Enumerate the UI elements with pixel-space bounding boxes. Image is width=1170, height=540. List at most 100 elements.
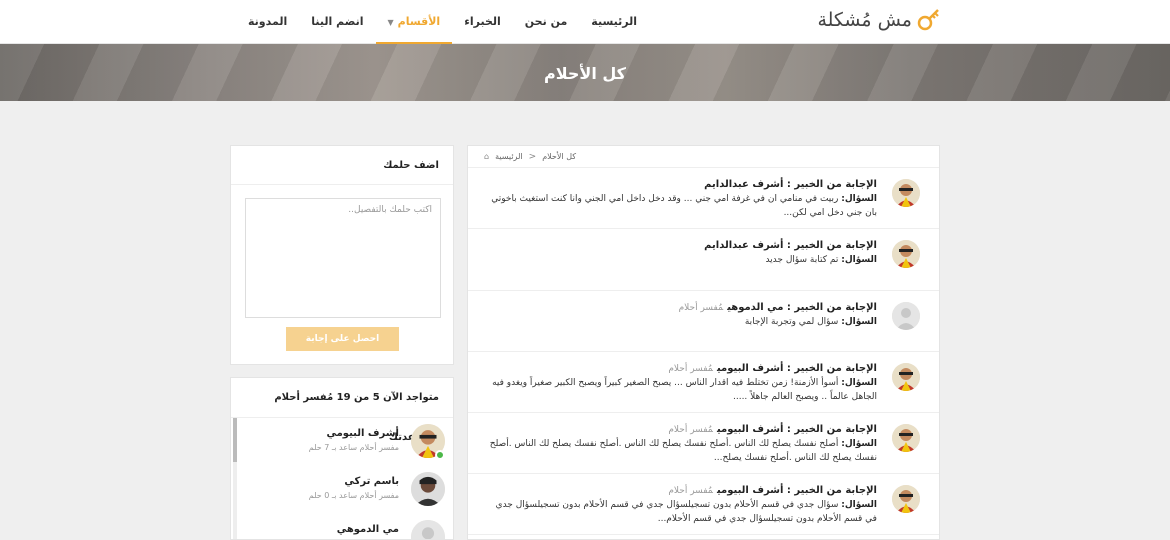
question-label: السؤال: [841, 439, 877, 449]
nav-experts[interactable]: الخبراء [452, 0, 513, 44]
breadcrumb-separator: < [528, 151, 537, 162]
expert-item[interactable]: باسم تركي مفسر أحلام ساعد بـ 0 حلم [245, 466, 445, 510]
page-banner: كل الأحلام [0, 44, 1170, 101]
question-body: أصلح نفسك يصلح لك الناس .أصلح نفسك يصلح … [489, 439, 877, 463]
avatar[interactable] [892, 302, 920, 330]
question-head[interactable]: الإجابة من الخبير : أشرف عبدالدايم [484, 178, 877, 192]
expert-photo-icon [892, 485, 920, 513]
chevron-down-icon: ▼ [387, 18, 394, 27]
question-head[interactable]: الإجابة من الخبير : أشرف البيومي مُفسر أح… [484, 362, 877, 376]
question-item[interactable]: الإجابة من الخبير : مي الدموهيمُفسر أحلا… [468, 291, 939, 352]
question-text[interactable]: السؤال: أصلح نفسك يصلح لك الناس .أصلح نف… [484, 437, 877, 465]
expert-photo-icon [892, 240, 920, 268]
home-icon: ⌂ [484, 152, 490, 161]
add-dream-title: اضف حلمك [231, 146, 453, 185]
question-body: سؤال جدي في قسم الأحلام بدون تسجيلسؤال ج… [495, 500, 877, 524]
expert-category: مُفسر أحلام [678, 303, 724, 313]
expert-name[interactable]: أشرف عبدالدايم [704, 179, 783, 190]
main-nav: الرئيسية من نحن الخبراء الأقسام▼ انضم ال… [236, 0, 649, 44]
question-head[interactable]: الإجابة من الخبير : أشرف البيومي مُفسر أح… [484, 423, 877, 437]
question-item[interactable]: الإجابة من الخبير : أشرف عبدالدايم السؤال… [468, 168, 939, 229]
nav-sections[interactable]: الأقسام▼ [375, 0, 453, 44]
question-body: سؤال لمي وتجربة الإجابة [744, 317, 839, 327]
expert-name[interactable]: أشرف عبدالدايم [704, 240, 783, 251]
online-experts-panel: متواجد الآن 5 من 19 مُفسر أحلام لمساعدتك… [230, 377, 454, 540]
expert-item[interactable]: مي الدموهي [245, 514, 445, 539]
scrollbar[interactable] [233, 418, 237, 539]
question-body: ربيت في منامي ان في غرفة امي جني ... وقد… [491, 194, 877, 218]
expert-meta: مفسر أحلام ساعد بـ 0 حلم [308, 491, 399, 500]
experts-list: أشرف البيومي مفسر أحلام ساعد بـ 7 حلم باسم… [231, 418, 453, 539]
question-head[interactable]: الإجابة من الخبير : مي الدموهيمُفسر أحلا… [484, 301, 877, 315]
question-label: السؤال: [841, 500, 877, 510]
dreams-list: ⌂ الرئيسية < كل الأحلام الإجابة من الخبي… [467, 145, 940, 540]
question-text[interactable]: السؤال: سؤال لمي وتجربة الإجابة [484, 315, 877, 329]
expert-prefix: الإجابة من الخبير : [786, 302, 877, 313]
question-item[interactable]: الإجابة من الخبير : أشرف عبدالدايم السؤال… [468, 229, 939, 291]
dream-input[interactable] [245, 198, 441, 318]
key-icon [917, 9, 939, 31]
question-text[interactable]: السؤال: أسوأ الأزمنة! زمن تختلط فيه اقدا… [484, 376, 877, 404]
question-label: السؤال: [841, 255, 877, 265]
expert-photo-icon [892, 179, 920, 207]
default-avatar-icon [411, 520, 445, 539]
question-body: أسوأ الأزمنة! زمن تختلط فيه اقدار الناس … [492, 378, 877, 402]
question-item[interactable]: الإجابة من الخبير : أشرف البيومي مُفسر أح… [468, 413, 939, 474]
scrollbar-thumb[interactable] [233, 418, 237, 462]
question-item[interactable]: الإجابة من الخبير : أشرف البيومي مُفسر أح… [468, 474, 939, 535]
nav-blog[interactable]: المدونة [236, 0, 299, 44]
avatar[interactable] [892, 485, 920, 513]
question-text[interactable]: السؤال: سؤال جدي في قسم الأحلام بدون تسج… [484, 498, 877, 526]
breadcrumb: ⌂ الرئيسية < كل الأحلام [468, 146, 939, 168]
expert-prefix: الإجابة من الخبير : [786, 363, 877, 374]
question-label: السؤال: [841, 194, 877, 204]
expert-category: مُفسر أحلام [668, 364, 713, 374]
avatar[interactable] [411, 472, 445, 506]
expert-photo-icon [892, 363, 920, 391]
expert-name[interactable]: أشرف البيومي [717, 363, 783, 374]
expert-prefix: الإجابة من الخبير : [786, 485, 877, 496]
expert-meta: مفسر أحلام ساعد بـ 7 حلم [308, 443, 399, 452]
avatar[interactable] [892, 179, 920, 207]
question-body: تم كتابة سؤال جديد [765, 255, 839, 265]
expert-prefix: الإجابة من الخبير : [786, 179, 877, 190]
avatar[interactable] [892, 424, 920, 452]
expert-name[interactable]: مي الدموهي [727, 302, 783, 313]
expert-prefix: الإجابة من الخبير : [786, 240, 877, 251]
expert-item[interactable]: أشرف البيومي مفسر أحلام ساعد بـ 7 حلم [245, 418, 445, 462]
nav-sections-label: الأقسام [397, 15, 441, 28]
expert-category: مُفسر أحلام [668, 425, 713, 435]
expert-name[interactable]: أشرف البيومي [326, 428, 399, 439]
get-answer-button[interactable]: احصل على إجابة [286, 327, 399, 351]
site-logo[interactable]: مش مُشكلة [817, 4, 942, 36]
avatar[interactable] [892, 363, 920, 391]
nav-home[interactable]: الرئيسية [579, 0, 649, 44]
default-avatar-icon [892, 302, 920, 330]
question-label: السؤال: [841, 378, 877, 388]
expert-category: مُفسر أحلام [668, 486, 713, 496]
expert-photo-icon [892, 424, 920, 452]
question-item[interactable]: الإجابة من الخبير : أشرف البيومي مُفسر أح… [468, 352, 939, 413]
question-head[interactable]: الإجابة من الخبير : أشرف البيومي مُفسر أح… [484, 484, 877, 498]
question-label: السؤال: [841, 317, 877, 327]
online-status-icon [435, 450, 445, 460]
page-title: كل الأحلام [544, 64, 626, 83]
add-dream-panel: اضف حلمك احصل على إجابة [230, 145, 454, 365]
expert-name[interactable]: مي الدموهي [337, 524, 399, 535]
nav-about[interactable]: من نحن [513, 0, 580, 44]
question-text[interactable]: السؤال: ربيت في منامي ان في غرفة امي جني… [484, 192, 877, 220]
question-head[interactable]: الإجابة من الخبير : أشرف عبدالدايم [484, 239, 877, 253]
breadcrumb-home[interactable]: الرئيسية [495, 152, 523, 161]
nav-join[interactable]: انضم الينا [299, 0, 375, 44]
logo-text: مش مُشكلة [817, 9, 912, 31]
questions-container: الإجابة من الخبير : أشرف عبدالدايم السؤال… [468, 168, 939, 535]
question-text[interactable]: السؤال: تم كتابة سؤال جديد [484, 253, 877, 267]
expert-name[interactable]: باسم تركي [344, 476, 399, 487]
avatar[interactable] [892, 240, 920, 268]
breadcrumb-current: كل الأحلام [542, 152, 577, 161]
avatar[interactable] [411, 520, 445, 539]
expert-name[interactable]: أشرف البيومي [717, 424, 783, 435]
expert-photo-icon [411, 472, 445, 506]
expert-name[interactable]: أشرف البيومي [717, 485, 783, 496]
site-header: الرئيسية من نحن الخبراء الأقسام▼ انضم ال… [0, 0, 1170, 44]
